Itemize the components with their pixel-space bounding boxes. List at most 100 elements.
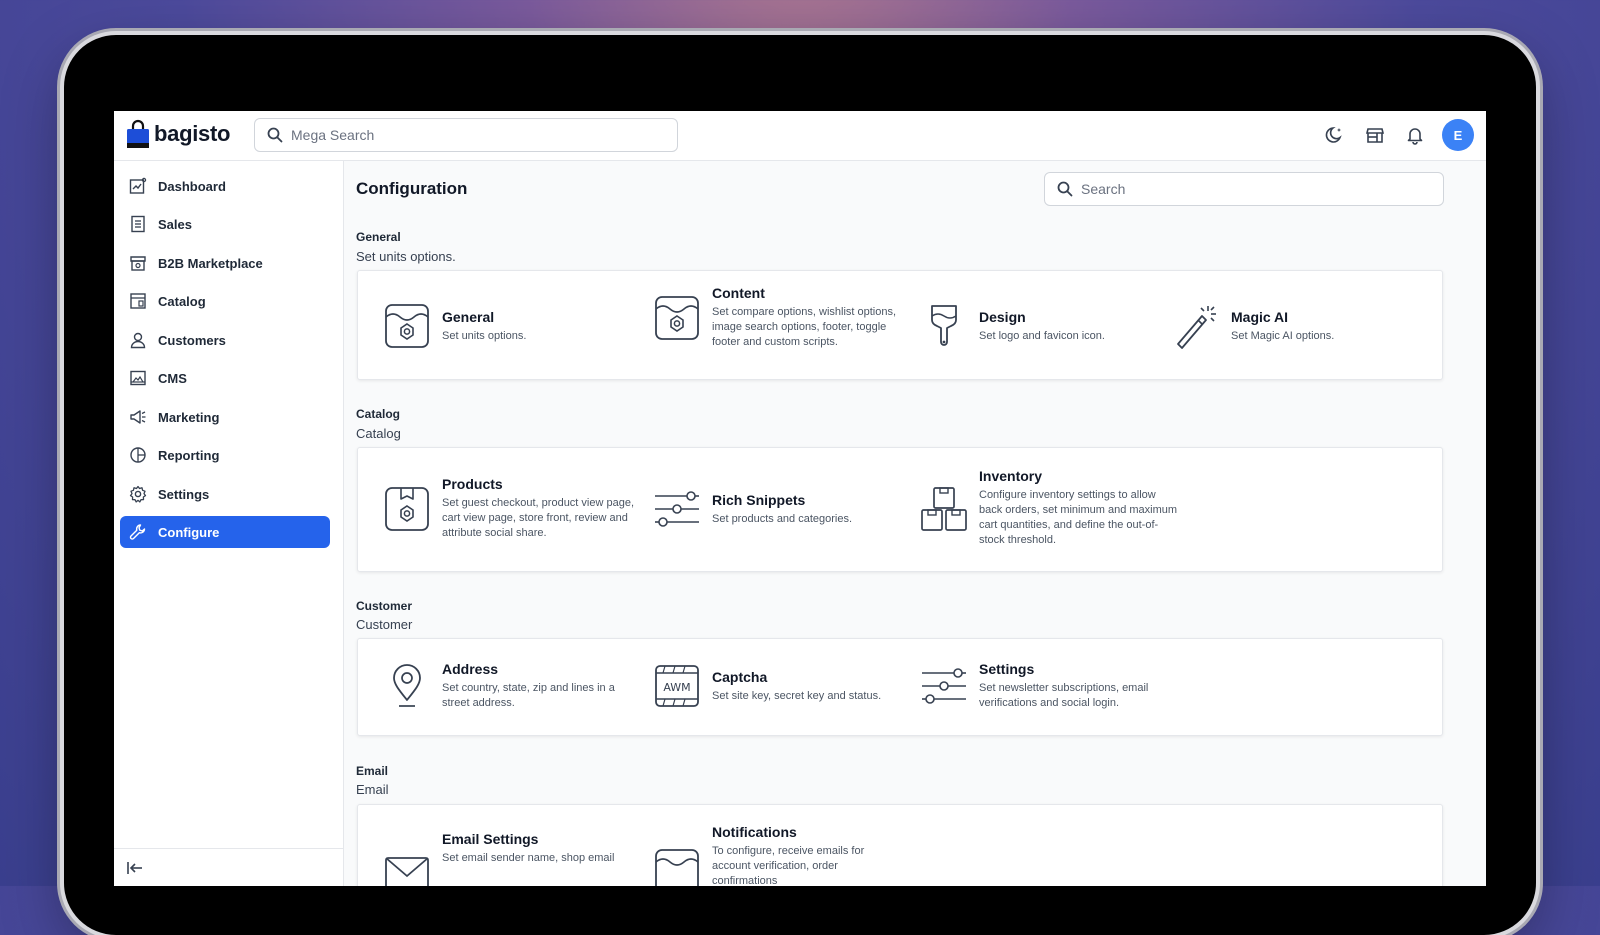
- sidebar-item-label: Configure: [158, 524, 220, 540]
- logo[interactable]: bagisto: [126, 119, 230, 149]
- config-item-title: Rich Snippets: [712, 491, 806, 508]
- config-item-description: Set compare options, wishlist options, i…: [712, 306, 897, 348]
- sales-icon: [128, 214, 148, 234]
- bag-logo-icon: [126, 119, 150, 149]
- content-icon: [652, 293, 702, 343]
- config-item-rich-snippets[interactable]: Rich Snippets Set products and categorie…: [652, 484, 902, 534]
- general-icon: [382, 301, 432, 351]
- avatar[interactable]: E: [1442, 119, 1474, 151]
- sidebar-item-label: Sales: [158, 216, 192, 232]
- bell-icon[interactable]: [1402, 122, 1428, 148]
- sidebar-item-label: Settings: [158, 486, 210, 502]
- products-icon: [382, 484, 432, 534]
- sidebar-item-marketing[interactable]: Marketing: [120, 401, 330, 433]
- config-item-design[interactable]: Design Set logo and favicon icon.: [919, 301, 1169, 351]
- cms-icon: [128, 368, 148, 388]
- config-item-title: Products: [442, 476, 503, 492]
- config-item-magic-ai[interactable]: Magic AI Set Magic AI options.: [1171, 301, 1421, 351]
- storefront-icon[interactable]: [1362, 122, 1388, 148]
- mega-search-input[interactable]: Mega Search: [254, 118, 678, 152]
- inventory-icon: [919, 483, 969, 533]
- sidebar-item-catalog[interactable]: Catalog: [120, 285, 330, 317]
- section-description-catalog: Catalog: [356, 426, 401, 441]
- config-item-description: Set email sender name, shop email: [442, 852, 615, 864]
- page-title: Configuration: [356, 179, 468, 198]
- section-description-general: Set units options.: [356, 249, 456, 264]
- email-settings-icon: [382, 847, 432, 886]
- sidebar-collapse-button[interactable]: [114, 848, 343, 886]
- config-item-inventory[interactable]: Inventory Configure inventory settings t…: [919, 468, 1189, 548]
- customers-icon: [128, 330, 148, 350]
- top-header: bagisto Mega Search E: [114, 111, 1486, 161]
- config-item-description: Configure inventory settings to allow ba…: [979, 489, 1178, 546]
- marketplace-icon: [128, 253, 148, 273]
- config-item-general[interactable]: General Set units options.: [382, 301, 632, 351]
- sidebar-item-configure[interactable]: Configure: [120, 516, 330, 548]
- config-card-customer: Address Set country, state, zip and line…: [357, 638, 1443, 736]
- config-item-description: Set site key, secret key and status.: [712, 689, 882, 702]
- magic-ai-icon: [1171, 301, 1221, 351]
- sidebar-item-label: Customers: [158, 332, 226, 348]
- sidebar-item-cms[interactable]: CMS: [120, 362, 330, 394]
- sidebar-item-customers[interactable]: Customers: [120, 324, 330, 356]
- config-item-title: Inventory: [979, 468, 1043, 484]
- customer-settings-icon: [919, 661, 969, 711]
- config-item-captcha[interactable]: AWM Captcha Set site key, secret key and…: [652, 661, 902, 711]
- dashboard-icon: [128, 176, 148, 196]
- captcha-icon: AWM: [652, 661, 702, 711]
- config-card-email: Email Settings Set email sender name, sh…: [357, 804, 1443, 886]
- config-item-title: Design: [979, 308, 1026, 325]
- sidebar-item-label: CMS: [158, 370, 187, 386]
- config-item-title: Captcha: [712, 668, 768, 685]
- header-actions: E: [1322, 119, 1474, 151]
- config-card-general: General Set units options. Content Set c…: [357, 270, 1443, 380]
- dark-mode-icon[interactable]: [1322, 122, 1348, 148]
- sidebar-item-label: B2B Marketplace: [158, 255, 263, 271]
- config-item-title: Settings: [979, 661, 1035, 677]
- mega-search-placeholder: Mega Search: [291, 127, 375, 143]
- config-item-title: Notifications: [712, 824, 797, 840]
- config-item-content[interactable]: Content Set compare options, wishlist op…: [652, 285, 902, 350]
- section-description-customer: Customer: [356, 617, 413, 632]
- search-icon: [267, 127, 283, 143]
- config-item-title: Address: [442, 661, 499, 677]
- config-item-description: Set guest checkout, product view page, c…: [442, 497, 635, 539]
- config-item-customer-settings[interactable]: Settings Set newsletter subscriptions, e…: [919, 661, 1179, 711]
- sidebar-item-label: Dashboard: [158, 178, 226, 194]
- marketing-icon: [128, 407, 148, 427]
- config-item-description: To configure, receive emails for account…: [712, 845, 865, 886]
- section-description-email: Email: [356, 782, 389, 797]
- sidebar-item-b2b-marketplace[interactable]: B2B Marketplace: [120, 247, 330, 279]
- section-title-catalog: Catalog: [356, 407, 401, 421]
- notifications-icon: [652, 846, 702, 886]
- config-card-catalog: Products Set guest checkout, product vie…: [357, 447, 1443, 572]
- config-item-title: General: [442, 308, 495, 325]
- sidebar-item-sales[interactable]: Sales: [120, 208, 330, 240]
- search-icon: [1057, 181, 1073, 197]
- section-title-general: General: [356, 230, 401, 244]
- section-title-customer: Customer: [356, 599, 413, 613]
- config-item-products[interactable]: Products Set guest checkout, product vie…: [382, 476, 642, 541]
- reporting-icon: [128, 445, 148, 465]
- config-item-email-settings[interactable]: Email Settings Set email sender name, sh…: [382, 831, 632, 886]
- config-item-address[interactable]: Address Set country, state, zip and line…: [382, 661, 632, 711]
- sidebar-item-label: Catalog: [158, 293, 206, 309]
- sidebar-item-label: Marketing: [158, 409, 220, 425]
- sidebar-item-settings[interactable]: Settings: [120, 478, 330, 510]
- config-item-notifications[interactable]: Notifications To configure, receive emai…: [652, 824, 902, 886]
- sidebar: Dashboard Sales B2B Marketplace Catalog …: [114, 161, 344, 886]
- sidebar-item-label: Reporting: [158, 447, 220, 463]
- section-title-email: Email: [356, 764, 389, 778]
- main-content: Configuration Search General Set units o…: [344, 161, 1486, 886]
- app-screen: bagisto Mega Search E Dashboard Sales B2…: [114, 111, 1486, 886]
- catalog-icon: [128, 291, 148, 311]
- sidebar-item-reporting[interactable]: Reporting: [120, 439, 330, 471]
- settings-icon: [128, 484, 148, 504]
- design-icon: [919, 301, 969, 351]
- configuration-search-input[interactable]: Search: [1044, 172, 1444, 206]
- config-item-title: Content: [712, 285, 765, 301]
- address-icon: [382, 661, 432, 711]
- config-item-description: Set Magic AI options.: [1231, 329, 1335, 342]
- config-item-description: Set products and categories.: [712, 512, 853, 525]
- sidebar-item-dashboard[interactable]: Dashboard: [120, 170, 330, 202]
